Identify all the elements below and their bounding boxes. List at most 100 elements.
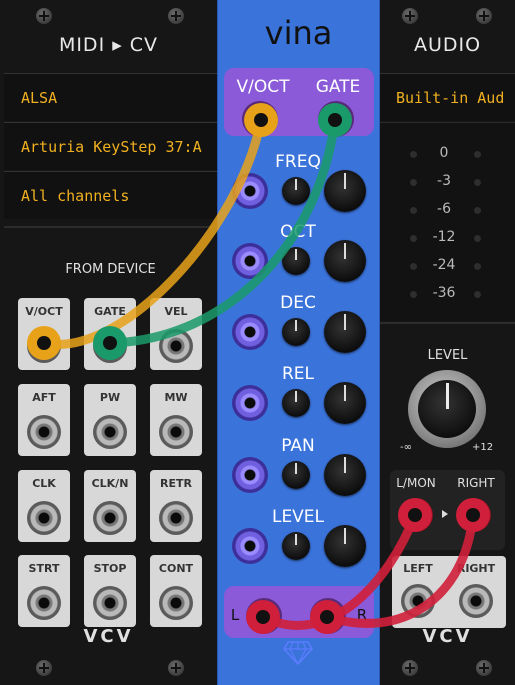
param-knob-level[interactable] [324,525,366,567]
left-output-jack[interactable] [246,598,282,634]
meter-led-left [410,207,417,214]
output-label-left: L [230,606,240,624]
jack-label: V/OCT [25,305,63,318]
jack-plate-pw: PW [84,384,136,456]
cv-input-jack-rel[interactable] [232,385,268,421]
screw-icon [402,660,418,676]
param-label-freq: FREQ [275,152,321,172]
output-jack[interactable] [159,586,193,620]
jack-label: GATE [94,305,126,318]
output-jack[interactable] [93,586,127,620]
screw-icon [476,8,492,24]
attenuator-knob-pan[interactable] [282,461,310,489]
module-title: MIDI ▸ CV [58,34,159,56]
midi-channel-select[interactable]: All channels [4,171,217,219]
meter-led-left [410,235,417,242]
param-knob-rel[interactable] [324,382,366,424]
outputs-section: FROM DEVICE V/OCT GATE VEL AFT PW MW CLK CLK/N R… [4,226,217,654]
jack-plate-mw: MW [150,384,202,456]
jack-label: PW [99,391,121,404]
meter-led-left [410,151,417,158]
meter-led-right [474,151,481,158]
param-knob-freq[interactable] [324,170,366,212]
input-label-voct: V/OCT [236,77,290,97]
jack-label: MW [164,391,188,404]
param-knob-oct[interactable] [324,240,366,282]
attenuator-knob-oct[interactable] [282,247,310,275]
param-label-rel: REL [281,364,315,384]
cv-input-jack-oct[interactable] [232,243,268,279]
jack-plate-cont: CONT [150,555,202,627]
output-jack[interactable] [93,501,127,535]
right-output-jack[interactable] [459,584,493,618]
output-jack[interactable] [159,329,193,363]
screw-icon [36,660,52,676]
screw-icon [476,660,492,676]
output-jack[interactable] [93,329,127,363]
cv-input-jack-dec[interactable] [232,314,268,350]
voct-input-jack[interactable] [242,101,278,137]
output-jack[interactable] [159,415,193,449]
meter-led-right [474,179,481,186]
audio-module: AUDIO Built-in Aud 0 -3 -6 -12 -24 -36 LEVEL … [380,0,515,685]
jack-label: STRT [28,562,60,575]
vcv-logo: VCV [83,626,134,647]
jack-plate-gate: GATE [84,298,136,370]
output-label-right: RIGHT [456,562,496,575]
jack-label: CONT [158,562,194,575]
output-label-right: R [356,606,368,624]
param-knob-dec[interactable] [324,311,366,353]
meter-label: -36 [432,285,456,301]
vina-module: vina V/OCT GATE FREQ OCT DEC REL PAN LEVEL L … [217,0,380,685]
output-jack[interactable] [27,415,61,449]
meter-label: -3 [437,173,451,189]
meter-led-right [474,235,481,242]
jack-plate-clk: CLK [18,470,70,542]
output-jack[interactable] [93,415,127,449]
vu-meter: 0 -3 -6 -12 -24 -36 [380,122,515,321]
output-jack[interactable] [27,329,61,363]
meter-label: 0 [439,145,449,161]
attenuator-knob-level[interactable] [282,532,310,560]
midi-device-select[interactable]: Arturia KeyStep 37:A [4,122,217,170]
audio-device-select[interactable]: Built-in Aud [380,73,515,121]
meter-label: -12 [432,229,456,245]
lmon-input-jack[interactable] [399,498,433,532]
attenuator-knob-freq[interactable] [282,177,310,205]
right-input-jack[interactable] [457,498,491,532]
input-label-lmon: L/MON [396,476,436,490]
screw-icon [402,8,418,24]
gate-input-jack[interactable] [318,101,354,137]
right-output-jack[interactable] [310,598,346,634]
diamond-logo-icon [283,641,313,666]
output-jack[interactable] [27,586,61,620]
cv-input-jack-freq[interactable] [232,173,268,209]
meter-led-left [410,291,417,298]
input-label-gate: GATE [315,77,361,97]
section-label: FROM DEVICE [65,262,156,277]
output-jack[interactable] [159,501,193,535]
meter-label: -6 [437,201,451,217]
cv-input-jack-pan[interactable] [232,457,268,493]
cv-input-jack-level[interactable] [232,528,268,564]
param-label-oct: OCT [280,222,316,242]
jack-plate-voct: V/OCT [18,298,70,370]
arrow-right-icon [442,510,448,518]
level-label: LEVEL [427,348,468,363]
jack-plate-vel: VEL [150,298,202,370]
jack-plate-strt: STRT [18,555,70,627]
meter-label: -24 [432,257,456,273]
attenuator-knob-dec[interactable] [282,318,310,346]
output-jack[interactable] [27,501,61,535]
jack-label: RETR [160,477,192,490]
meter-led-left [410,179,417,186]
meter-led-right [474,207,481,214]
screw-icon [36,8,52,24]
meter-row: 0 [380,141,515,169]
attenuator-knob-rel[interactable] [282,389,310,417]
param-knob-pan[interactable] [324,454,366,496]
meter-row: -12 [380,225,515,253]
left-output-jack[interactable] [401,584,435,618]
midi-driver-select[interactable]: ALSA [4,73,217,121]
level-knob[interactable] [408,370,486,448]
